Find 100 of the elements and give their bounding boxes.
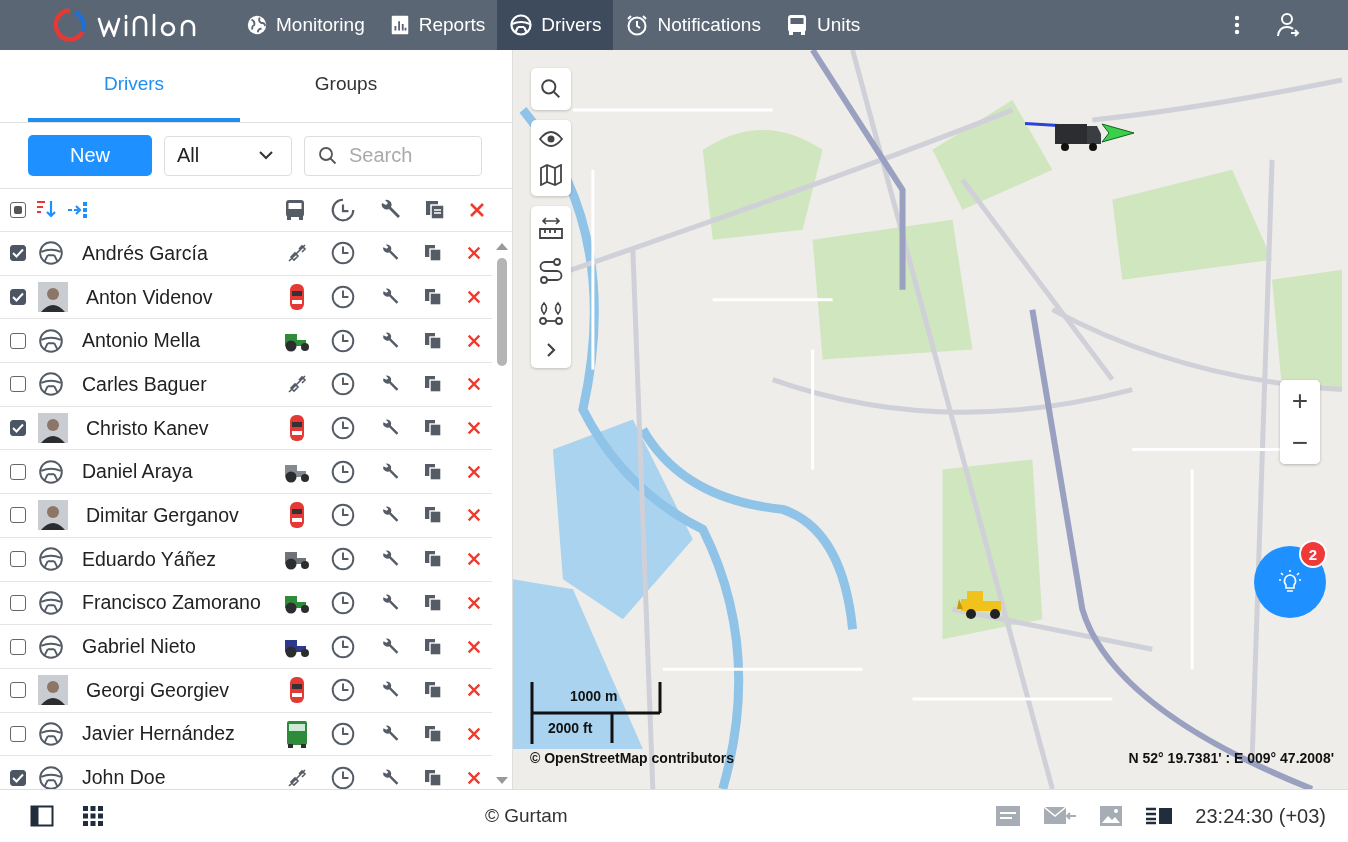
row-checkbox[interactable] bbox=[10, 420, 26, 437]
copy-icon[interactable] bbox=[424, 288, 442, 307]
driver-name[interactable]: Andrés García bbox=[82, 241, 208, 265]
driver-name[interactable]: John Doe bbox=[82, 766, 166, 789]
copy-icon[interactable] bbox=[424, 724, 442, 743]
nav-tab[interactable]: Reports bbox=[376, 0, 498, 50]
clock-icon[interactable] bbox=[330, 240, 356, 267]
clock-icon[interactable] bbox=[330, 284, 356, 311]
row-checkbox[interactable] bbox=[10, 376, 26, 393]
clock-icon[interactable] bbox=[330, 546, 356, 573]
clock-icon[interactable] bbox=[330, 327, 356, 354]
driver-name[interactable]: Carles Baguer bbox=[82, 372, 207, 396]
filter-dropdown[interactable]: All bbox=[164, 135, 292, 176]
row-checkbox[interactable] bbox=[10, 638, 26, 655]
chevron-right-icon[interactable] bbox=[545, 342, 557, 358]
truck-icon[interactable] bbox=[285, 719, 309, 748]
copy-icon[interactable] bbox=[424, 681, 442, 700]
nav-tab[interactable]: Units bbox=[772, 0, 873, 50]
row-checkbox[interactable] bbox=[10, 769, 26, 786]
delete-icon[interactable] bbox=[468, 201, 486, 219]
clock-icon[interactable] bbox=[330, 633, 356, 660]
row-checkbox[interactable] bbox=[10, 507, 26, 524]
delete-icon[interactable] bbox=[466, 725, 482, 742]
nav-tab[interactable]: Drivers bbox=[497, 0, 614, 50]
delete-icon[interactable] bbox=[466, 551, 482, 568]
nav-tab[interactable]: Notifications bbox=[613, 0, 773, 50]
waypoints-icon[interactable] bbox=[538, 300, 564, 326]
clock-icon[interactable] bbox=[330, 720, 356, 747]
car-icon[interactable] bbox=[288, 414, 306, 443]
driver-name[interactable]: Georgi Georgiev bbox=[86, 678, 230, 702]
delete-icon[interactable] bbox=[466, 594, 482, 611]
delete-icon[interactable] bbox=[466, 332, 482, 349]
clock-icon[interactable] bbox=[330, 502, 356, 529]
clock-icon[interactable] bbox=[330, 589, 356, 616]
clock-icon[interactable] bbox=[330, 458, 356, 485]
clock-icon[interactable] bbox=[330, 371, 356, 398]
row-checkbox[interactable] bbox=[10, 463, 26, 480]
panel-tab[interactable]: Groups bbox=[240, 50, 452, 122]
delete-icon[interactable] bbox=[466, 682, 482, 699]
select-all-checkbox[interactable] bbox=[10, 202, 26, 218]
user-icon[interactable] bbox=[1276, 12, 1300, 38]
row-checkbox[interactable] bbox=[10, 725, 26, 742]
row-checkbox[interactable] bbox=[10, 551, 26, 568]
driver-name[interactable]: Francisco Zamorano bbox=[82, 591, 261, 615]
ruler-icon[interactable] bbox=[538, 216, 564, 242]
car-icon[interactable] bbox=[288, 501, 306, 530]
delete-icon[interactable] bbox=[466, 245, 482, 262]
grid-icon[interactable] bbox=[82, 805, 104, 827]
car-icon[interactable] bbox=[288, 283, 306, 312]
delete-icon[interactable] bbox=[466, 420, 482, 437]
row-checkbox[interactable] bbox=[10, 289, 26, 306]
scroll-up-icon[interactable] bbox=[496, 242, 508, 250]
copy-icon[interactable] bbox=[424, 462, 442, 481]
nav-tab[interactable]: Monitoring bbox=[234, 0, 377, 50]
copy-icon[interactable] bbox=[424, 593, 442, 612]
copy-icon[interactable] bbox=[424, 550, 442, 569]
clock-icon[interactable] bbox=[330, 415, 356, 442]
delete-icon[interactable] bbox=[466, 289, 482, 306]
search-field[interactable]: Search bbox=[304, 135, 482, 176]
row-checkbox[interactable] bbox=[10, 594, 26, 611]
driver-name[interactable]: Christo Kanev bbox=[86, 416, 209, 440]
clock-icon[interactable] bbox=[330, 677, 356, 704]
delete-icon[interactable] bbox=[466, 463, 482, 480]
delete-icon[interactable] bbox=[466, 376, 482, 393]
copy-icon[interactable] bbox=[424, 637, 442, 656]
copy-icon[interactable] bbox=[424, 331, 442, 350]
zoom-in-button[interactable]: + bbox=[1280, 380, 1320, 422]
driver-name[interactable]: Gabriel Nieto bbox=[82, 635, 196, 659]
map-icon[interactable] bbox=[539, 164, 563, 186]
zoom-out-button[interactable]: − bbox=[1280, 422, 1320, 464]
scrollbar-thumb[interactable] bbox=[497, 258, 507, 366]
driver-name[interactable]: Eduardo Yáñez bbox=[82, 547, 217, 571]
copy-icon[interactable] bbox=[424, 506, 442, 525]
driver-name[interactable]: Javier Hernández bbox=[82, 722, 235, 746]
driver-name[interactable]: Antonio Mella bbox=[82, 329, 201, 353]
clock-icon[interactable] bbox=[330, 197, 356, 223]
layout-icon[interactable] bbox=[1145, 807, 1174, 825]
copy-icon[interactable] bbox=[424, 199, 446, 221]
copy-icon[interactable] bbox=[424, 768, 442, 787]
panel-toggle-icon[interactable] bbox=[30, 805, 54, 827]
clock-icon[interactable] bbox=[330, 764, 356, 789]
route-icon[interactable] bbox=[538, 258, 564, 284]
delete-icon[interactable] bbox=[466, 769, 482, 786]
delete-icon[interactable] bbox=[466, 638, 482, 655]
row-checkbox[interactable] bbox=[10, 332, 26, 349]
scroll-down-icon[interactable] bbox=[496, 777, 508, 785]
eye-icon[interactable] bbox=[539, 130, 563, 148]
driver-name[interactable]: Daniel Araya bbox=[82, 460, 193, 484]
copy-icon[interactable] bbox=[424, 375, 442, 394]
more-menu-icon[interactable] bbox=[1234, 15, 1240, 35]
copy-icon[interactable] bbox=[424, 244, 442, 263]
driver-name[interactable]: Anton Videnov bbox=[86, 285, 213, 309]
group-icon[interactable] bbox=[66, 199, 90, 221]
copy-icon[interactable] bbox=[424, 419, 442, 438]
delete-icon[interactable] bbox=[466, 507, 482, 524]
car-icon[interactable] bbox=[288, 676, 306, 705]
row-checkbox[interactable] bbox=[10, 245, 26, 262]
search-icon[interactable] bbox=[540, 78, 562, 100]
unlink-icon[interactable] bbox=[286, 766, 308, 789]
driver-name[interactable]: Dimitar Gerganov bbox=[86, 503, 239, 527]
